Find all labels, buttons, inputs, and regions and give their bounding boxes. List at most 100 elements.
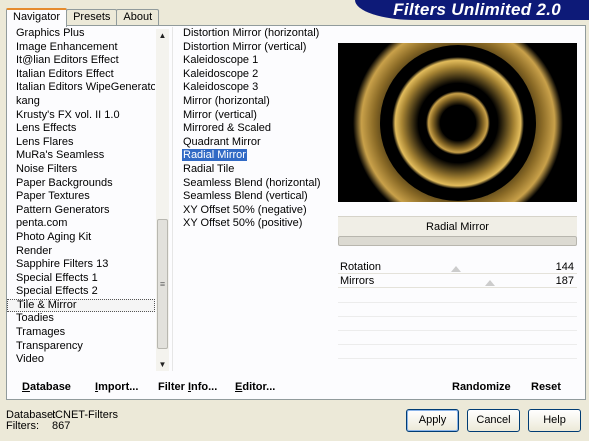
filter-item[interactable]: Seamless Blend (vertical) bbox=[173, 190, 334, 204]
filter-item[interactable]: Mirror (vertical) bbox=[173, 109, 334, 123]
database-button[interactable]: Database bbox=[22, 377, 71, 397]
current-filter-name: Radial Mirror bbox=[338, 216, 577, 236]
filter-info-pre: Filter bbox=[158, 381, 188, 393]
category-item[interactable]: Lens Effects bbox=[7, 122, 155, 136]
tab-bar: Navigator Presets About bbox=[6, 8, 160, 27]
category-item[interactable]: Pattern Generators bbox=[7, 204, 155, 218]
category-item[interactable]: Krusty's FX vol. II 1.0 bbox=[7, 109, 155, 123]
filter-item-label: XY Offset 50% (positive) bbox=[183, 217, 303, 230]
progress-bar bbox=[338, 236, 577, 246]
category-item[interactable]: Transparency bbox=[7, 340, 155, 354]
param-row-empty bbox=[338, 330, 577, 331]
category-item[interactable]: Image Enhancement bbox=[7, 41, 155, 55]
filter-item[interactable]: Seamless Blend (horizontal) bbox=[173, 177, 334, 191]
apply-button[interactable]: Apply bbox=[406, 409, 459, 432]
category-item[interactable]: Photo Aging Kit bbox=[7, 231, 155, 245]
category-item[interactable]: MuRa's Seamless bbox=[7, 149, 155, 163]
param-mirrors-slider-marker[interactable] bbox=[485, 280, 495, 286]
filter-item-label: Distortion Mirror (horizontal) bbox=[183, 27, 320, 39]
app-title: Filters Unlimited 2.0 bbox=[393, 0, 561, 19]
filter-item-label: Seamless Blend (horizontal) bbox=[183, 176, 321, 189]
filter-item-label: XY Offset 50% (negative) bbox=[183, 203, 307, 216]
category-item[interactable]: penta.com bbox=[7, 217, 155, 231]
tab-navigator[interactable]: Navigator bbox=[6, 8, 68, 27]
filter-item[interactable]: Mirrored & Scaled bbox=[173, 122, 334, 136]
import-button[interactable]: Import... bbox=[95, 377, 138, 397]
filter-item[interactable]: XY Offset 50% (positive) bbox=[173, 217, 334, 231]
filter-item[interactable]: Kaleidoscope 1 bbox=[173, 54, 334, 68]
category-item[interactable]: Render bbox=[7, 245, 155, 259]
category-item[interactable]: It@lian Editors Effect bbox=[7, 54, 155, 68]
filters-info-value: 867 bbox=[52, 420, 71, 432]
left-toolbar: Database Import... Filter Info... Editor… bbox=[12, 377, 335, 397]
database-accel: D bbox=[22, 381, 30, 393]
param-rotation-label: Rotation bbox=[340, 261, 381, 273]
scroll-down-icon[interactable]: ▼ bbox=[156, 358, 169, 371]
param-row-empty bbox=[338, 344, 577, 345]
category-item[interactable]: Italian Editors WipeGenerator bbox=[7, 81, 155, 95]
filter-item[interactable]: XY Offset 50% (negative) bbox=[173, 204, 334, 218]
preview-image bbox=[338, 43, 577, 202]
filter-item-label: Seamless Blend (vertical) bbox=[183, 190, 308, 203]
category-item[interactable]: Special Effects 2 bbox=[7, 285, 155, 299]
param-rotation[interactable]: Rotation 144 bbox=[338, 260, 577, 274]
filter-info-label: nfo... bbox=[191, 381, 218, 393]
tab-about[interactable]: About bbox=[116, 9, 160, 26]
import-label: mport... bbox=[98, 381, 139, 393]
filters-info-label: Filters: bbox=[6, 420, 39, 432]
param-row-empty bbox=[338, 316, 577, 317]
help-button[interactable]: Help bbox=[528, 409, 581, 432]
editor-label: ditor... bbox=[242, 381, 276, 393]
filter-item[interactable]: Distortion Mirror (vertical) bbox=[173, 41, 334, 55]
database-label: atabase bbox=[29, 381, 71, 393]
filter-item[interactable]: Radial Mirror bbox=[173, 149, 334, 163]
editor-button[interactable]: Editor... bbox=[235, 377, 275, 397]
filter-info-button[interactable]: Filter Info... bbox=[158, 377, 217, 397]
category-item[interactable]: Tile & Mirror bbox=[7, 298, 155, 313]
filter-list[interactable]: Distortion Mirror (horizontal) Distortion… bbox=[172, 27, 334, 371]
filter-item[interactable]: Quadrant Mirror bbox=[173, 136, 334, 150]
filter-item-label: Mirror (horizontal) bbox=[183, 94, 270, 107]
category-list[interactable]: Graphics Plus Image Enhancement It@lian Ed… bbox=[7, 27, 155, 371]
reset-button[interactable]: Reset bbox=[531, 377, 561, 397]
cancel-button[interactable]: Cancel bbox=[467, 409, 520, 432]
scroll-up-icon[interactable]: ▲ bbox=[156, 29, 169, 42]
category-item[interactable]: Toadies bbox=[7, 312, 155, 326]
category-item[interactable]: Italian Editors Effect bbox=[7, 68, 155, 82]
filter-item-label: Kaleidoscope 1 bbox=[183, 54, 259, 67]
filter-item-label: Mirrored & Scaled bbox=[183, 122, 272, 135]
category-item[interactable]: Sapphire Filters 13 bbox=[7, 258, 155, 272]
radial-mirror-preview bbox=[338, 43, 577, 202]
filter-item-label: Radial Mirror bbox=[182, 149, 247, 162]
filter-item[interactable]: Mirror (horizontal) bbox=[173, 95, 334, 109]
filter-item-label: Radial Tile bbox=[183, 162, 235, 175]
tab-presets[interactable]: Presets bbox=[66, 9, 118, 26]
param-mirrors[interactable]: Mirrors 187 bbox=[338, 274, 577, 288]
category-item[interactable]: Noise Filters bbox=[7, 163, 155, 177]
category-item[interactable]: Graphics Plus bbox=[7, 27, 155, 41]
filter-item[interactable]: Kaleidoscope 3 bbox=[173, 81, 334, 95]
filter-item-label: Quadrant Mirror bbox=[183, 135, 261, 148]
param-row-empty bbox=[338, 358, 577, 359]
param-row-empty bbox=[338, 302, 577, 303]
filter-item-label: Mirror (vertical) bbox=[183, 108, 257, 121]
app-title-banner: Filters Unlimited 2.0 bbox=[355, 0, 589, 20]
category-item[interactable]: Paper Textures bbox=[7, 190, 155, 204]
category-item[interactable]: kang bbox=[7, 95, 155, 109]
filter-item[interactable]: Kaleidoscope 2 bbox=[173, 68, 334, 82]
param-mirrors-value: 187 bbox=[555, 275, 574, 287]
filters-info: Filters: 867 bbox=[6, 421, 70, 432]
category-item[interactable]: Lens Flares bbox=[7, 136, 155, 150]
category-item[interactable]: Paper Backgrounds bbox=[7, 177, 155, 191]
category-item[interactable]: Tramages bbox=[7, 326, 155, 340]
category-item[interactable]: Special Effects 1 bbox=[7, 272, 155, 286]
param-rotation-slider-marker[interactable] bbox=[451, 266, 461, 272]
filter-item[interactable]: Radial Tile bbox=[173, 163, 334, 177]
scroll-thumb[interactable]: ≡ bbox=[157, 219, 168, 349]
filter-item[interactable]: Distortion Mirror (horizontal) bbox=[173, 27, 334, 41]
randomize-button[interactable]: Randomize bbox=[452, 377, 511, 397]
category-scrollbar[interactable]: ▲ ≡ ▼ bbox=[156, 29, 169, 371]
filter-item-label: Kaleidoscope 3 bbox=[183, 81, 259, 94]
category-item[interactable]: Video bbox=[7, 353, 155, 367]
param-mirrors-label: Mirrors bbox=[340, 275, 375, 287]
